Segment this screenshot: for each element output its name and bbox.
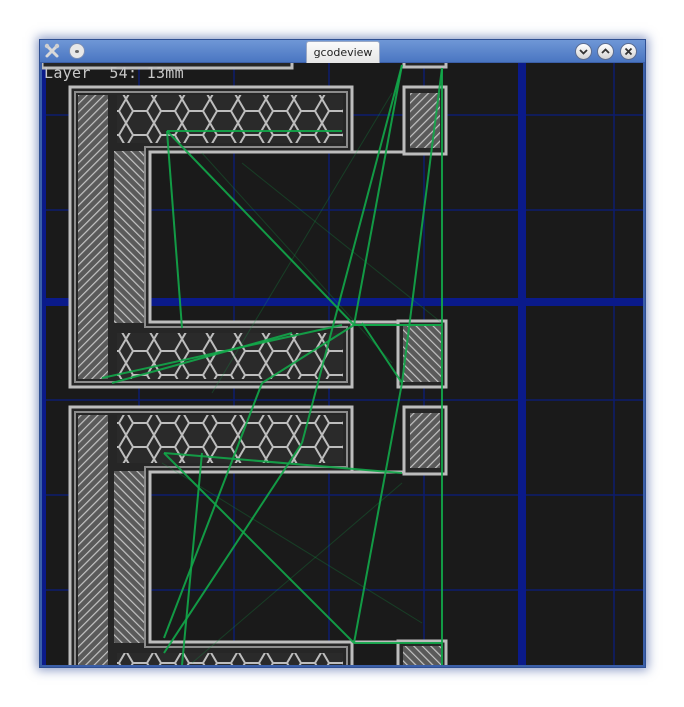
hex-infill-top <box>117 415 343 463</box>
tab-top-infill <box>410 413 440 468</box>
layer-label: Layer 54: 13mm <box>44 64 184 82</box>
tab-bottom-infill <box>403 646 441 665</box>
partial-tab-top <box>402 63 448 69</box>
tools-icon[interactable] <box>44 43 60 59</box>
hex-infill-top <box>117 95 343 143</box>
minimize-icon[interactable] <box>575 43 592 60</box>
toolpath-view[interactable] <box>42 63 643 665</box>
wall-infill-inner <box>114 471 144 643</box>
wall-infill-inner <box>114 151 144 323</box>
app-window: gcodeview Layer 54: 13mm <box>39 39 646 668</box>
window-title: gcodeview <box>306 41 380 63</box>
wall-infill-left <box>78 95 108 379</box>
close-icon[interactable] <box>620 43 637 60</box>
wall-infill-left <box>78 415 108 665</box>
hex-infill-bottom <box>117 653 343 665</box>
gcode-canvas[interactable]: Layer 54: 13mm <box>42 63 643 665</box>
grid-axis-left <box>42 63 46 665</box>
window-menu-icon[interactable] <box>69 43 85 59</box>
title-bar[interactable]: gcodeview <box>40 40 645 63</box>
maximize-icon[interactable] <box>597 43 614 60</box>
grid-axis-v <box>518 63 526 665</box>
